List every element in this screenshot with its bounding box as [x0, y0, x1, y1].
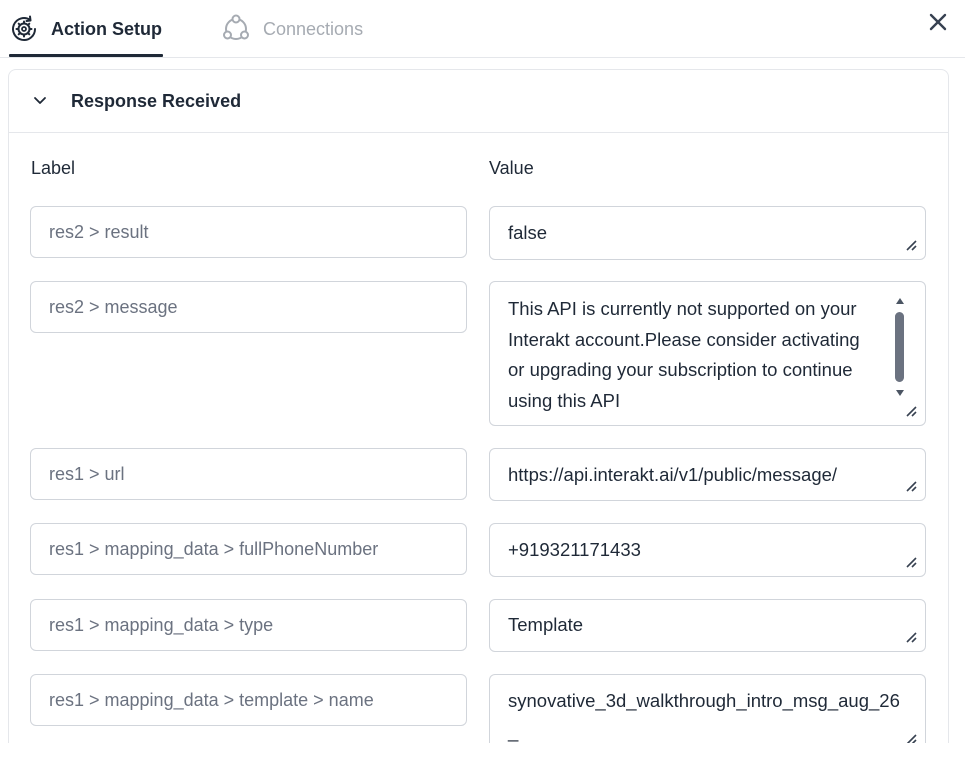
textarea-scrollbar[interactable]: [895, 296, 905, 396]
close-icon: [928, 12, 948, 37]
label-input[interactable]: [31, 675, 466, 725]
label-input[interactable]: [31, 524, 466, 574]
label-field[interactable]: [30, 206, 467, 258]
label-field[interactable]: [30, 523, 467, 575]
bottom-edge: [0, 743, 965, 765]
chevron-down-icon: [31, 92, 49, 110]
value-textarea[interactable]: This API is currently not supported on y…: [489, 281, 926, 426]
value-text: Template: [508, 614, 584, 635]
value-textarea[interactable]: Template: [489, 599, 926, 652]
label-input[interactable]: [31, 600, 466, 650]
scrollbar-thumb[interactable]: [895, 312, 904, 382]
connections-icon: [221, 14, 251, 44]
resize-grip-icon[interactable]: [905, 405, 917, 417]
label-column-header: Label: [31, 158, 76, 178]
value-column-header: Value: [489, 158, 534, 178]
resize-grip-icon[interactable]: [905, 631, 917, 643]
value-textarea[interactable]: false: [489, 206, 926, 260]
scroll-up-arrow-icon[interactable]: [896, 298, 904, 304]
label-field[interactable]: [30, 448, 467, 500]
tab-connections-label: Connections: [263, 18, 364, 39]
resize-grip-icon[interactable]: [905, 480, 917, 492]
resize-grip-icon[interactable]: [905, 556, 917, 568]
label-input[interactable]: [31, 282, 466, 332]
gear-cycle-icon: [9, 14, 39, 44]
value-text: synovative_3d_walkthrough_intro_msg_aug_…: [508, 690, 900, 742]
close-button[interactable]: [924, 10, 952, 38]
section-title: Response Received: [71, 91, 242, 111]
value-textarea[interactable]: +919321171433: [489, 523, 926, 577]
resize-grip-icon[interactable]: [905, 239, 917, 251]
label-field[interactable]: [30, 674, 467, 726]
value-text: +919321171433: [508, 539, 641, 560]
label-field[interactable]: [30, 599, 467, 651]
tab-connections[interactable]: Connections: [221, 0, 363, 58]
tab-action-setup[interactable]: Action Setup: [9, 0, 163, 58]
label-input[interactable]: [31, 449, 466, 499]
label-input[interactable]: [31, 207, 466, 257]
tab-action-setup-label: Action Setup: [51, 18, 162, 39]
label-field[interactable]: [30, 281, 467, 333]
value-text: false: [508, 222, 548, 243]
top-bar: Action Setup Connections: [0, 0, 965, 58]
scroll-down-arrow-icon[interactable]: [896, 390, 904, 396]
value-text: https://api.interakt.ai/v1/public/messag…: [508, 464, 838, 485]
value-textarea[interactable]: https://api.interakt.ai/v1/public/messag…: [489, 448, 926, 501]
value-text: This API is currently not supported on y…: [508, 298, 865, 411]
response-received-header[interactable]: Response Received: [9, 70, 948, 133]
